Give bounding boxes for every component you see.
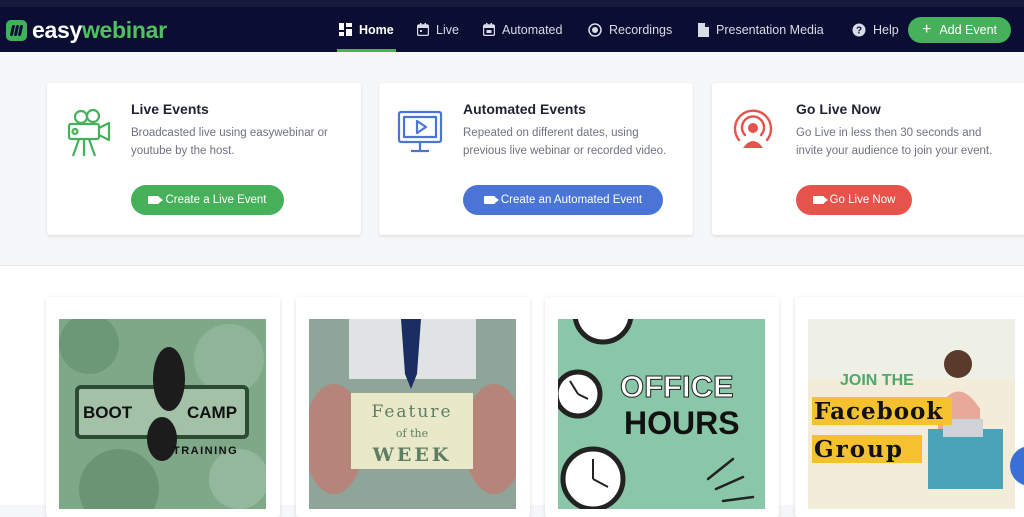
event-thumbnail[interactable]: JOIN THE Facebook Group [808,319,1015,509]
nav-automated-label: Automated [502,22,563,37]
nav-presentation-media-label: Presentation Media [716,22,824,37]
thumb-text: TRAINING [173,445,238,457]
event-thumbnail[interactable]: BOOT CAMP TRAINING [59,319,266,509]
grid-icon [339,23,352,36]
facebook-group-thumbnail-image: JOIN THE Facebook Group [808,319,1015,509]
event-card[interactable]: JOIN THE Facebook Group [795,297,1024,517]
nav-recordings[interactable]: Recordings [588,7,672,52]
nav-home[interactable]: Home [337,7,396,52]
thumb-text: WEEK [372,444,452,466]
video-camera-icon [483,196,499,204]
nav-live-label: Live [436,22,459,37]
main-navbar: easywebinar Home Live Automated Recordin… [0,7,1024,52]
file-icon [698,22,709,37]
calendar-icon [417,23,429,36]
movie-camera-icon [67,108,111,157]
broadcast-user-icon [733,109,773,148]
thumb-text: Feature [371,402,452,422]
office-hours-thumbnail-image: OFFICE HOURS [558,319,765,509]
event-card[interactable]: BOOT CAMP TRAINING [46,297,280,517]
go-live-now-label: Go Live Now [829,194,896,206]
svg-text:?: ? [856,25,862,36]
calendar-check-icon [483,23,495,36]
go-live-now-button[interactable]: Go Live Now [796,185,912,215]
automated-events-card: Automated Events Repeated on different d… [379,83,693,235]
card-title: Live Events [131,101,209,117]
event-thumbnail[interactable]: OFFICE HOURS [558,319,765,509]
thumb-text: of the [396,427,428,440]
thumb-text: Group [814,436,904,463]
top-strip [0,0,1024,7]
nav-automated[interactable]: Automated [483,7,562,52]
go-live-now-card: Go Live Now Go Live in less then 30 seco… [712,83,1024,235]
nav-help[interactable]: ? Help [852,7,899,52]
event-card[interactable]: Feature of the WEEK [296,297,530,517]
bootcamp-thumbnail-image: BOOT CAMP TRAINING [59,319,266,509]
thumb-text: Facebook [814,398,943,425]
thumb-text: HOURS [624,405,740,441]
create-automated-event-button[interactable]: Create an Automated Event [463,185,663,215]
card-description: Go Live in less then 30 seconds and invi… [796,127,993,157]
create-live-event-label: Create a Live Event [165,194,267,206]
monitor-play-icon [397,110,443,153]
thumb-text: BOOT [83,403,133,422]
logo-text-part1: easy [32,16,82,43]
card-title: Go Live Now [796,101,881,117]
feature-week-thumbnail-image: Feature of the WEEK [309,319,516,509]
nav-live[interactable]: Live [417,7,459,52]
nav-home-label: Home [359,22,394,37]
card-description: Broadcasted live using easywebinar or yo… [131,127,328,157]
live-events-card: Live Events Broadcasted live using easyw… [47,83,361,235]
logo-icon [6,19,27,41]
nav-presentation-media[interactable]: Presentation Media [698,7,824,52]
event-thumbnail[interactable]: Feature of the WEEK [309,319,516,509]
record-icon [588,22,602,37]
thumb-text: OFFICE [620,369,734,404]
plus-icon: + [921,21,932,38]
logo[interactable]: easywebinar [6,16,167,43]
thumb-text: JOIN THE [840,372,914,389]
video-camera-icon [148,196,164,204]
nav-recordings-label: Recordings [609,22,673,37]
card-title: Automated Events [463,101,586,117]
create-live-event-button[interactable]: Create a Live Event [131,185,284,215]
add-event-button[interactable]: + Add Event [908,17,1011,43]
logo-text-part2: webinar [81,16,167,43]
nav-help-label: Help [873,22,899,37]
help-icon: ? [852,23,866,36]
thumb-text: CAMP [187,403,237,422]
create-automated-event-label: Create an Automated Event [500,194,643,206]
event-card[interactable]: OFFICE HOURS [545,297,779,517]
card-description: Repeated on different dates, using previ… [463,127,667,157]
add-event-label: Add Event [939,23,998,37]
video-camera-icon [812,196,828,204]
